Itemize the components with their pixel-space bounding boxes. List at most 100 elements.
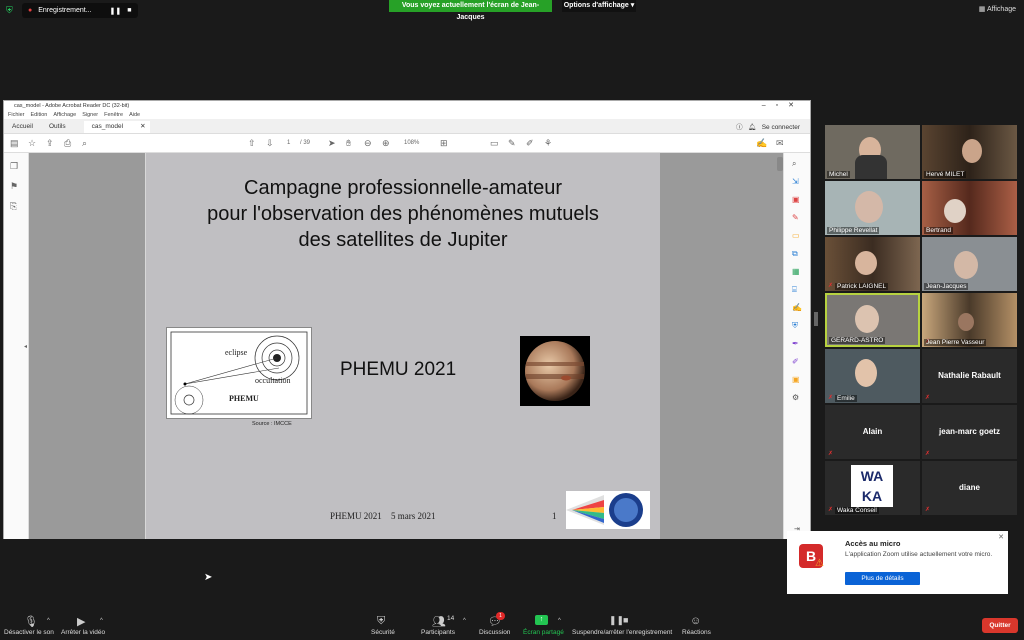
combine-icon[interactable]: ⧉: [792, 249, 798, 259]
close-tab-icon[interactable]: ✕: [140, 121, 145, 133]
zoom-in-icon[interactable]: ⊕: [382, 138, 390, 149]
export-pdf-icon[interactable]: ⇲: [792, 177, 799, 186]
video-tile[interactable]: Philippe Revellat: [825, 181, 920, 235]
video-tile[interactable]: WAKA ✗ Waka Conseil: [825, 461, 920, 515]
discussion-button[interactable]: Discussion: [479, 629, 510, 636]
video-tile[interactable]: Nathalie Rabault ✗: [922, 349, 1017, 403]
stop-video-button[interactable]: Arrêter la vidéo: [61, 629, 105, 636]
video-tile[interactable]: Michel: [825, 125, 920, 179]
menu-fenetre[interactable]: Fenêtre: [104, 112, 123, 118]
bell-icon[interactable]: 🔔︎: [748, 124, 756, 131]
video-tile[interactable]: ✗ Emilie: [825, 349, 920, 403]
stop-recording-icon[interactable]: ■: [623, 615, 628, 625]
slide-footer-date: 5 mars 2021: [391, 511, 436, 521]
comment-tool-icon[interactable]: ▭: [792, 231, 800, 240]
page-number-field[interactable]: 1: [287, 140, 290, 146]
edit-pdf-icon[interactable]: ✎: [792, 213, 799, 222]
zoom-out-icon[interactable]: ⊖: [364, 138, 372, 149]
tab-tools[interactable]: Outils: [41, 121, 74, 133]
reaction-icon[interactable]: ☺: [690, 615, 701, 627]
muted-mic-icon: ✗: [828, 395, 834, 401]
participants-button[interactable]: Participants: [421, 629, 455, 636]
menu-fichier[interactable]: Fichier: [8, 112, 25, 118]
video-tile-active-speaker[interactable]: GERARD-ASTRO: [825, 293, 920, 347]
share-screen-button[interactable]: Écran partagé: [523, 629, 564, 636]
reactions-button[interactable]: Réactions: [682, 629, 711, 636]
video-options-chevron-icon[interactable]: ^: [100, 618, 103, 624]
stamp-icon[interactable]: ⚘: [544, 138, 552, 149]
document-viewer[interactable]: Campagne professionnelle-amateur pour l'…: [29, 153, 787, 539]
participants-icon[interactable]: 👥︎: [432, 615, 446, 628]
video-tile[interactable]: Bertrand: [922, 181, 1017, 235]
video-tile[interactable]: Jean-Jacques: [922, 237, 1017, 291]
stop-icon[interactable]: ■: [127, 7, 131, 14]
video-tile[interactable]: diane ✗: [922, 461, 1017, 515]
page-down-icon[interactable]: ⇩: [266, 138, 274, 149]
microphone-icon[interactable]: 🎙︎: [24, 615, 38, 628]
security-icon[interactable]: ⛨: [377, 615, 385, 628]
recording-indicator: ● Enregistrement... ❚❚ ■: [22, 3, 138, 18]
protect-icon[interactable]: ⛨: [792, 321, 798, 331]
video-tile[interactable]: ✗ Jean Pierre Vasseur: [922, 293, 1017, 347]
request-sign-icon[interactable]: ✐: [792, 357, 799, 366]
pause-recording-icon[interactable]: ❚❚: [609, 615, 624, 626]
page-up-icon[interactable]: ⇧: [248, 138, 256, 149]
quit-button[interactable]: Quitter: [982, 618, 1018, 633]
send-sign-icon[interactable]: ✒: [792, 339, 799, 348]
menu-edition[interactable]: Edition: [31, 112, 48, 118]
more-tools-icon[interactable]: ⚙: [792, 393, 799, 402]
mute-button[interactable]: Désactiver le son: [4, 629, 54, 636]
organize-icon[interactable]: ▦: [792, 267, 800, 276]
close-icon[interactable]: ✕: [998, 533, 1004, 541]
muted-mic-icon: ✗: [828, 451, 834, 457]
collapse-left-icon[interactable]: ◂: [24, 343, 27, 350]
save-icon[interactable]: ▤: [10, 138, 19, 149]
video-tile[interactable]: Hervé MILET: [922, 125, 1017, 179]
participants-chevron-icon[interactable]: ^: [463, 618, 466, 624]
tab-home[interactable]: Accueil: [4, 121, 41, 133]
share-chevron-icon[interactable]: ^: [558, 618, 561, 624]
zoom-level[interactable]: 108%: [404, 140, 419, 146]
window-controls[interactable]: –▫✕: [762, 101, 804, 109]
select-cursor-icon[interactable]: ➤: [328, 138, 336, 149]
shield-icon[interactable]: ⛨: [6, 5, 15, 15]
zoom-search-icon[interactable]: ⌕: [792, 159, 796, 169]
fit-page-icon[interactable]: ⊞: [440, 138, 448, 149]
upload-icon[interactable]: ⇪: [46, 138, 54, 149]
view-options-button[interactable]: Options d'affichage ▾: [562, 0, 636, 12]
scan-icon[interactable]: ⌸: [792, 285, 797, 295]
menu-signer[interactable]: Signer: [82, 112, 98, 118]
video-camera-icon[interactable]: ▶︎: [77, 615, 85, 628]
menu-affichage[interactable]: Affichage: [53, 112, 76, 118]
search-icon[interactable]: ⌕: [82, 138, 87, 149]
share-screen-icon[interactable]: ↑: [535, 615, 548, 625]
recording-control-button[interactable]: Suspendre/arrêter l'enregistrement: [572, 629, 672, 636]
menu-aide[interactable]: Aide: [129, 112, 140, 118]
mic-options-chevron-icon[interactable]: ^: [47, 618, 50, 624]
display-button[interactable]: ▦ Affichage: [979, 5, 1016, 13]
email-icon[interactable]: ✉: [776, 138, 784, 149]
pages-icon[interactable]: ❐: [10, 161, 18, 172]
sign-icon[interactable]: ✍: [756, 138, 767, 149]
panel-resize-handle[interactable]: [814, 312, 818, 326]
tab-document[interactable]: cas_model ✕: [83, 121, 150, 133]
video-tile[interactable]: Alain ✗: [825, 405, 920, 459]
certificate-icon[interactable]: ▣: [792, 375, 800, 384]
create-pdf-icon[interactable]: ▣: [792, 195, 800, 204]
print-icon[interactable]: ⎙: [64, 138, 71, 149]
more-details-button[interactable]: Plus de détails: [845, 572, 920, 585]
video-tile[interactable]: ✗ Patrick LAIGNEL: [825, 237, 920, 291]
fill-sign-icon[interactable]: ✍: [792, 303, 802, 312]
pause-icon[interactable]: ❚❚: [110, 7, 122, 15]
comment-icon[interactable]: ▭: [490, 138, 499, 149]
attachment-icon[interactable]: ⎘: [10, 201, 17, 212]
star-icon[interactable]: ☆: [28, 138, 36, 149]
video-tile[interactable]: jean-marc goetz ✗: [922, 405, 1017, 459]
highlight-icon[interactable]: ✎: [508, 138, 516, 149]
sign-in-button[interactable]: ⓘ 🔔︎ Se connecter: [736, 121, 800, 131]
security-button[interactable]: Sécurité: [371, 629, 395, 636]
bookmark-icon[interactable]: ⚑: [10, 181, 18, 192]
help-icon[interactable]: ⓘ: [736, 124, 743, 131]
draw-icon[interactable]: ✐: [526, 138, 534, 149]
hand-icon[interactable]: ✋︎: [346, 138, 351, 149]
